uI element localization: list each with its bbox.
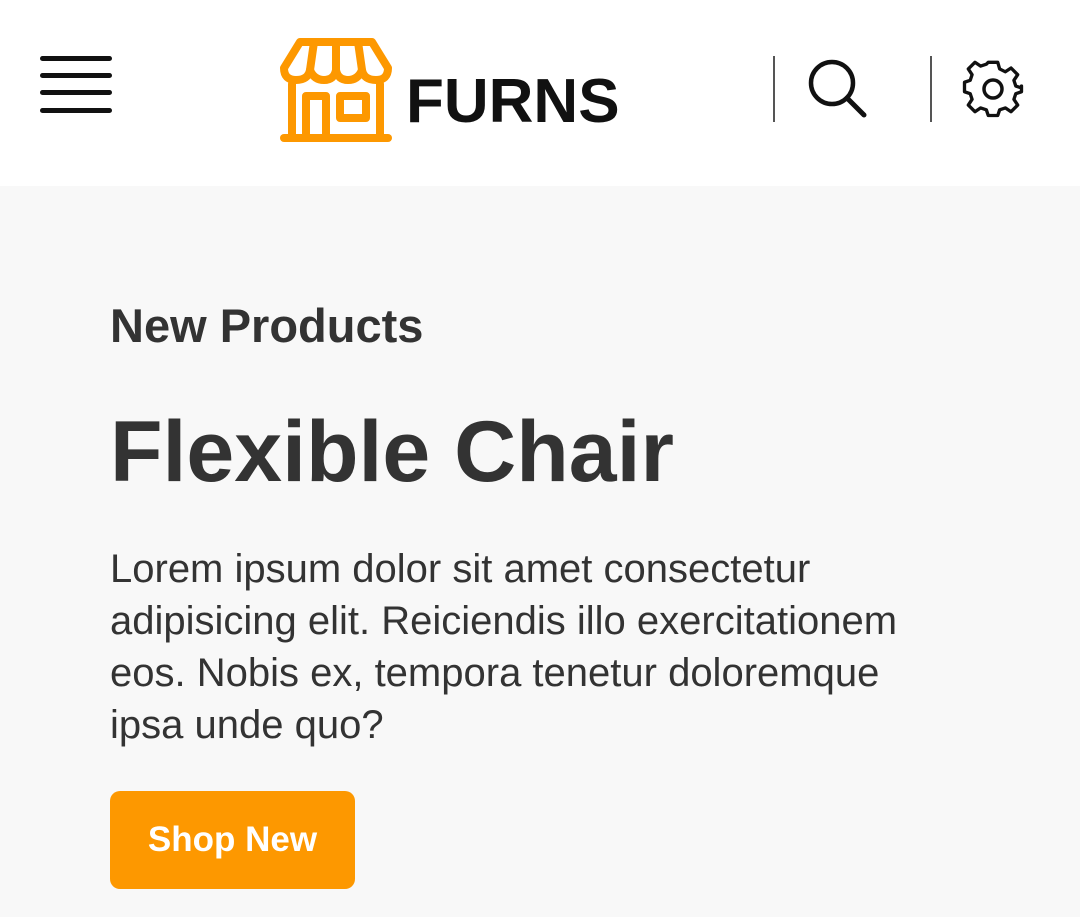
brand-name: FURNS (406, 67, 620, 136)
menu-icon[interactable] (38, 54, 114, 118)
hero-description: Lorem ipsum dolor sit amet consectetur a… (110, 547, 898, 747)
hero-title: Flexible Chair (110, 404, 674, 500)
shop-new-button[interactable]: Shop New (110, 791, 355, 889)
site-header: FURNS (0, 0, 1080, 186)
storefront-logo-icon (280, 38, 392, 142)
gear-icon[interactable] (960, 56, 1026, 122)
header-divider (930, 56, 932, 122)
header-divider (773, 56, 775, 122)
brand-logo[interactable]: FURNS (278, 36, 620, 146)
search-icon[interactable] (802, 56, 868, 122)
hero-kicker: New Products (110, 299, 424, 352)
